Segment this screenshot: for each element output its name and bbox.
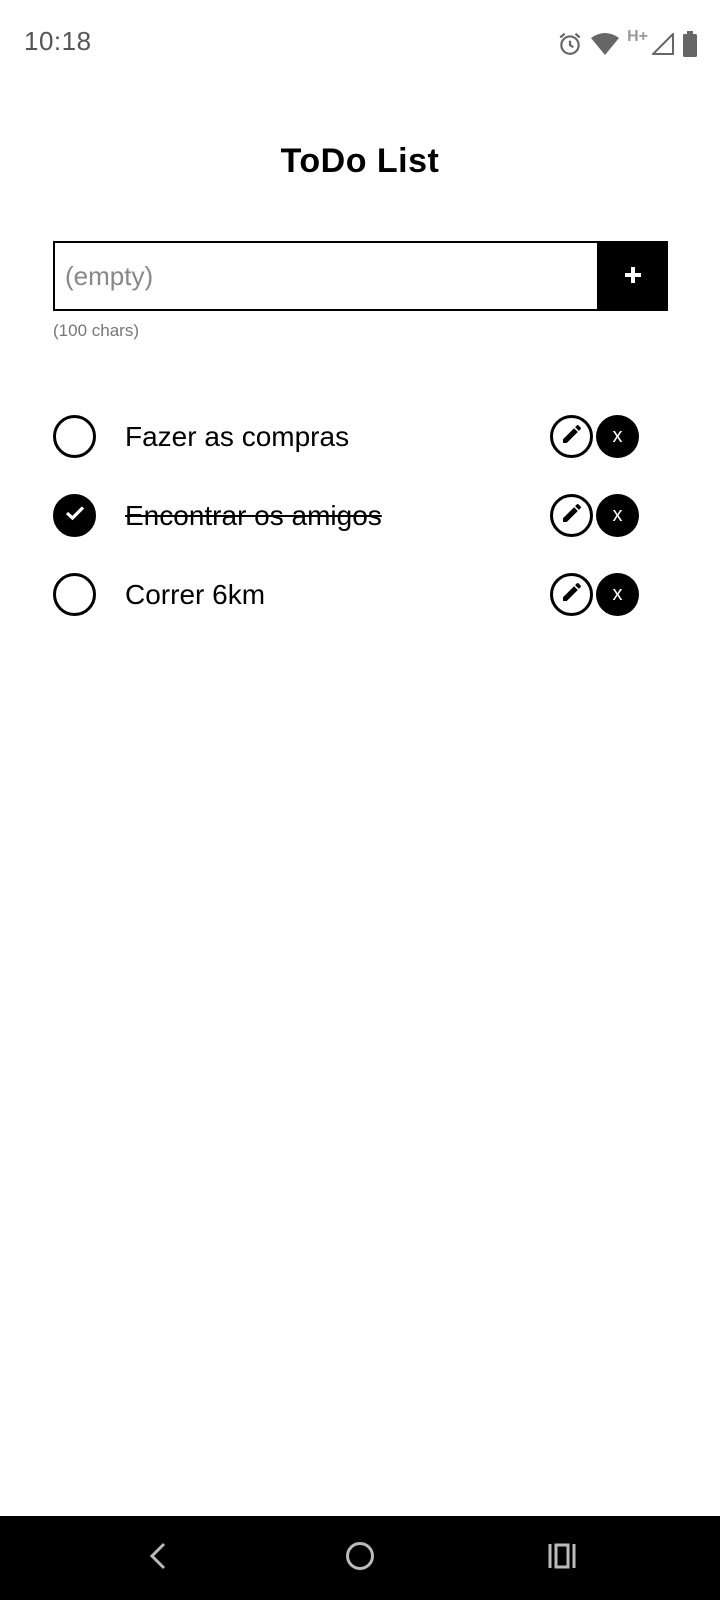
task-checkbox[interactable] xyxy=(53,573,96,616)
task-label: Encontrar os amigos xyxy=(125,500,382,531)
edit-task-button[interactable] xyxy=(550,494,593,537)
task-checkbox[interactable] xyxy=(53,415,96,458)
task-item: Encontrar os amigos x xyxy=(53,494,643,573)
cell-signal-icon xyxy=(652,33,674,55)
task-list: Fazer as compras x Encontrar os amigos x… xyxy=(53,415,643,652)
delete-task-button[interactable]: x xyxy=(596,415,639,458)
new-task-input[interactable] xyxy=(53,241,597,311)
new-task-row xyxy=(53,241,668,311)
plus-icon xyxy=(623,265,643,288)
char-limit-hint: (100 chars) xyxy=(53,321,139,340)
home-icon xyxy=(344,1540,376,1577)
navigation-bar xyxy=(0,1516,720,1600)
task-checkbox-checked[interactable] xyxy=(53,494,96,537)
back-button[interactable] xyxy=(138,1538,178,1578)
status-icons: H+ xyxy=(557,28,698,60)
add-task-button[interactable] xyxy=(597,241,668,311)
app-screen: 10:18 H+ ToDo List (empty) (100 chars) F… xyxy=(0,0,720,1600)
page-title: ToDo List xyxy=(280,142,440,180)
battery-icon xyxy=(682,31,698,57)
back-icon xyxy=(147,1541,169,1576)
pencil-icon xyxy=(560,501,584,530)
task-label: Fazer as compras xyxy=(125,421,350,452)
task-item: Correr 6km x xyxy=(53,573,643,652)
alarm-icon xyxy=(557,31,583,57)
task-label: Correr 6km xyxy=(125,579,266,610)
recents-icon xyxy=(547,1542,577,1575)
status-time: 10:18 xyxy=(24,26,92,56)
delete-task-button[interactable]: x xyxy=(596,494,639,537)
edit-task-button[interactable] xyxy=(550,573,593,616)
network-type-label: H+ xyxy=(627,28,648,45)
delete-task-button[interactable]: x xyxy=(596,573,639,616)
task-item: Fazer as compras x xyxy=(53,415,643,494)
pencil-icon xyxy=(560,422,584,451)
home-button[interactable] xyxy=(340,1538,380,1578)
wifi-icon xyxy=(591,32,620,56)
pencil-icon xyxy=(560,580,584,609)
recents-button[interactable] xyxy=(542,1538,582,1578)
checkmark-icon xyxy=(65,505,85,526)
edit-task-button[interactable] xyxy=(550,415,593,458)
status-bar: 10:18 H+ xyxy=(0,0,720,88)
